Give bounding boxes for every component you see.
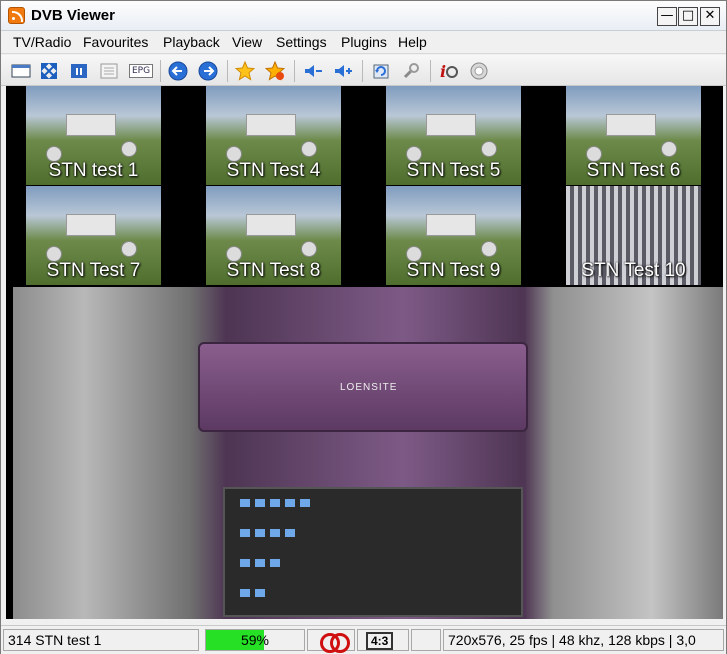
- video-panel-key: [240, 529, 250, 537]
- svg-text:i: i: [440, 62, 446, 81]
- status-bar: 314 STN test 1 59% 4:3 720x576, 25 fps |…: [1, 625, 726, 654]
- next-channel-icon[interactable]: [196, 60, 219, 82]
- title-bar[interactable]: DVB Viewer — □ ✕: [1, 1, 726, 31]
- epg-button[interactable]: EPG: [128, 60, 154, 82]
- thumbnail-image: [66, 114, 116, 136]
- thumbnail-image: [246, 214, 296, 236]
- thumbnail-label: STN test 1: [48, 160, 139, 181]
- toolbar-separator: [294, 60, 295, 82]
- status-spacer: [411, 629, 441, 651]
- video-area[interactable]: STN test 1 STN Test 4 STN Test 5 STN Tes…: [6, 86, 723, 619]
- menu-view[interactable]: View: [232, 34, 262, 50]
- channel-thumbnail[interactable]: STN Test 4: [206, 86, 341, 185]
- epg-label: EPG: [128, 64, 154, 78]
- channel-thumbnail[interactable]: STN Test 5: [386, 86, 521, 185]
- toolbar-separator: [430, 60, 431, 82]
- mini-mode-icon[interactable]: [67, 60, 90, 82]
- menu-help[interactable]: Help: [398, 34, 427, 50]
- thumbnail-dish: [481, 141, 497, 157]
- stereo-audio-icon: [320, 633, 350, 653]
- maximize-button[interactable]: □: [678, 7, 698, 26]
- window-title: DVB Viewer: [31, 7, 115, 24]
- video-control-panel: [223, 487, 523, 617]
- video-panel-key: [285, 499, 295, 507]
- stream-info-status: 720x576, 25 fps | 48 khz, 128 kbps | 3,0: [443, 629, 724, 651]
- menu-tv-radio[interactable]: TV/Radio: [13, 34, 71, 50]
- channel-thumbnail[interactable]: STN Test 10: [566, 186, 701, 285]
- thumbnail-image: [426, 214, 476, 236]
- thumbnail-image: [246, 114, 296, 136]
- video-panel-key: [240, 589, 250, 597]
- thumbnail-dish: [481, 241, 497, 257]
- thumbnail-dish: [121, 141, 137, 157]
- aspect-ratio-label: 4:3: [366, 632, 394, 650]
- thumbnail-label: STN Test 5: [406, 160, 501, 181]
- aspect-ratio-status[interactable]: 4:3: [357, 629, 409, 651]
- channel-thumbnail[interactable]: STN Test 8: [206, 186, 341, 285]
- window-mode-icon[interactable]: [9, 60, 32, 82]
- channel-thumbnail[interactable]: STN Test 7: [26, 186, 161, 285]
- thumbnail-dish: [301, 241, 317, 257]
- thumbnail-label: STN Test 7: [46, 260, 141, 281]
- video-panel-key: [285, 529, 295, 537]
- thumbnail-label: STN Test 8: [226, 260, 321, 281]
- main-video-frame[interactable]: LOENSITE: [13, 287, 723, 619]
- thumbnail-image: [66, 214, 116, 236]
- add-favourite-star-icon[interactable]: [263, 60, 286, 82]
- signal-strength-bar: 59%: [205, 629, 305, 651]
- thumbnail-label: STN Test 6: [586, 160, 681, 181]
- toolbar: EPG i: [1, 55, 726, 86]
- video-panel-key: [255, 499, 265, 507]
- rss-app-icon[interactable]: [8, 7, 25, 24]
- video-rack-panel: LOENSITE: [198, 342, 528, 432]
- volume-down-icon[interactable]: [301, 60, 324, 82]
- favourite-star-icon[interactable]: [233, 60, 256, 82]
- thumbnail-image: [606, 114, 656, 136]
- thumbnail-label: STN Test 10: [581, 260, 686, 281]
- menu-bar: TV/Radio Favourites Playback View Settin…: [1, 31, 726, 54]
- toolbar-separator: [227, 60, 228, 82]
- app-window: DVB Viewer — □ ✕ TV/Radio Favourites Pla…: [0, 0, 727, 654]
- refresh-icon[interactable]: [369, 60, 392, 82]
- close-button[interactable]: ✕: [700, 7, 720, 26]
- wrench-tools-icon[interactable]: [399, 60, 422, 82]
- video-panel-key: [255, 559, 265, 567]
- record-disc-icon[interactable]: [467, 60, 490, 82]
- thumbnail-image: [426, 114, 476, 136]
- thumbnail-label: STN Test 9: [406, 260, 501, 281]
- teletext-icon[interactable]: [97, 60, 120, 82]
- info-icon[interactable]: i: [437, 60, 460, 82]
- video-panel-key: [255, 589, 265, 597]
- previous-channel-icon[interactable]: [166, 60, 189, 82]
- thumbnail-dish: [661, 141, 677, 157]
- signal-strength-label: 59%: [240, 632, 270, 648]
- video-panel-key: [300, 499, 310, 507]
- menu-settings[interactable]: Settings: [276, 34, 327, 50]
- channel-thumbnail[interactable]: STN test 1: [26, 86, 161, 185]
- video-panel-key: [240, 559, 250, 567]
- video-panel-key: [270, 499, 280, 507]
- thumbnail-dish: [301, 141, 317, 157]
- toolbar-separator: [160, 60, 161, 82]
- video-brand-text: LOENSITE: [340, 382, 398, 393]
- video-panel-key: [270, 559, 280, 567]
- thumbnail-dish: [121, 241, 137, 257]
- audio-channels-status[interactable]: [307, 629, 355, 653]
- video-panel-key: [270, 529, 280, 537]
- menu-playback[interactable]: Playback: [163, 34, 220, 50]
- channel-thumbnail[interactable]: STN Test 9: [386, 186, 521, 285]
- video-panel-key: [255, 529, 265, 537]
- fullscreen-icon[interactable]: [37, 60, 60, 82]
- volume-up-icon[interactable]: [331, 60, 354, 82]
- menu-plugins[interactable]: Plugins: [341, 34, 387, 50]
- minimize-button[interactable]: —: [657, 7, 677, 26]
- channel-name-status: 314 STN test 1: [3, 629, 199, 651]
- menu-favourites[interactable]: Favourites: [83, 34, 148, 50]
- thumbnail-label: STN Test 4: [226, 160, 321, 181]
- toolbar-separator: [362, 60, 363, 82]
- channel-thumbnail[interactable]: STN Test 6: [566, 86, 701, 185]
- video-panel-key: [240, 499, 250, 507]
